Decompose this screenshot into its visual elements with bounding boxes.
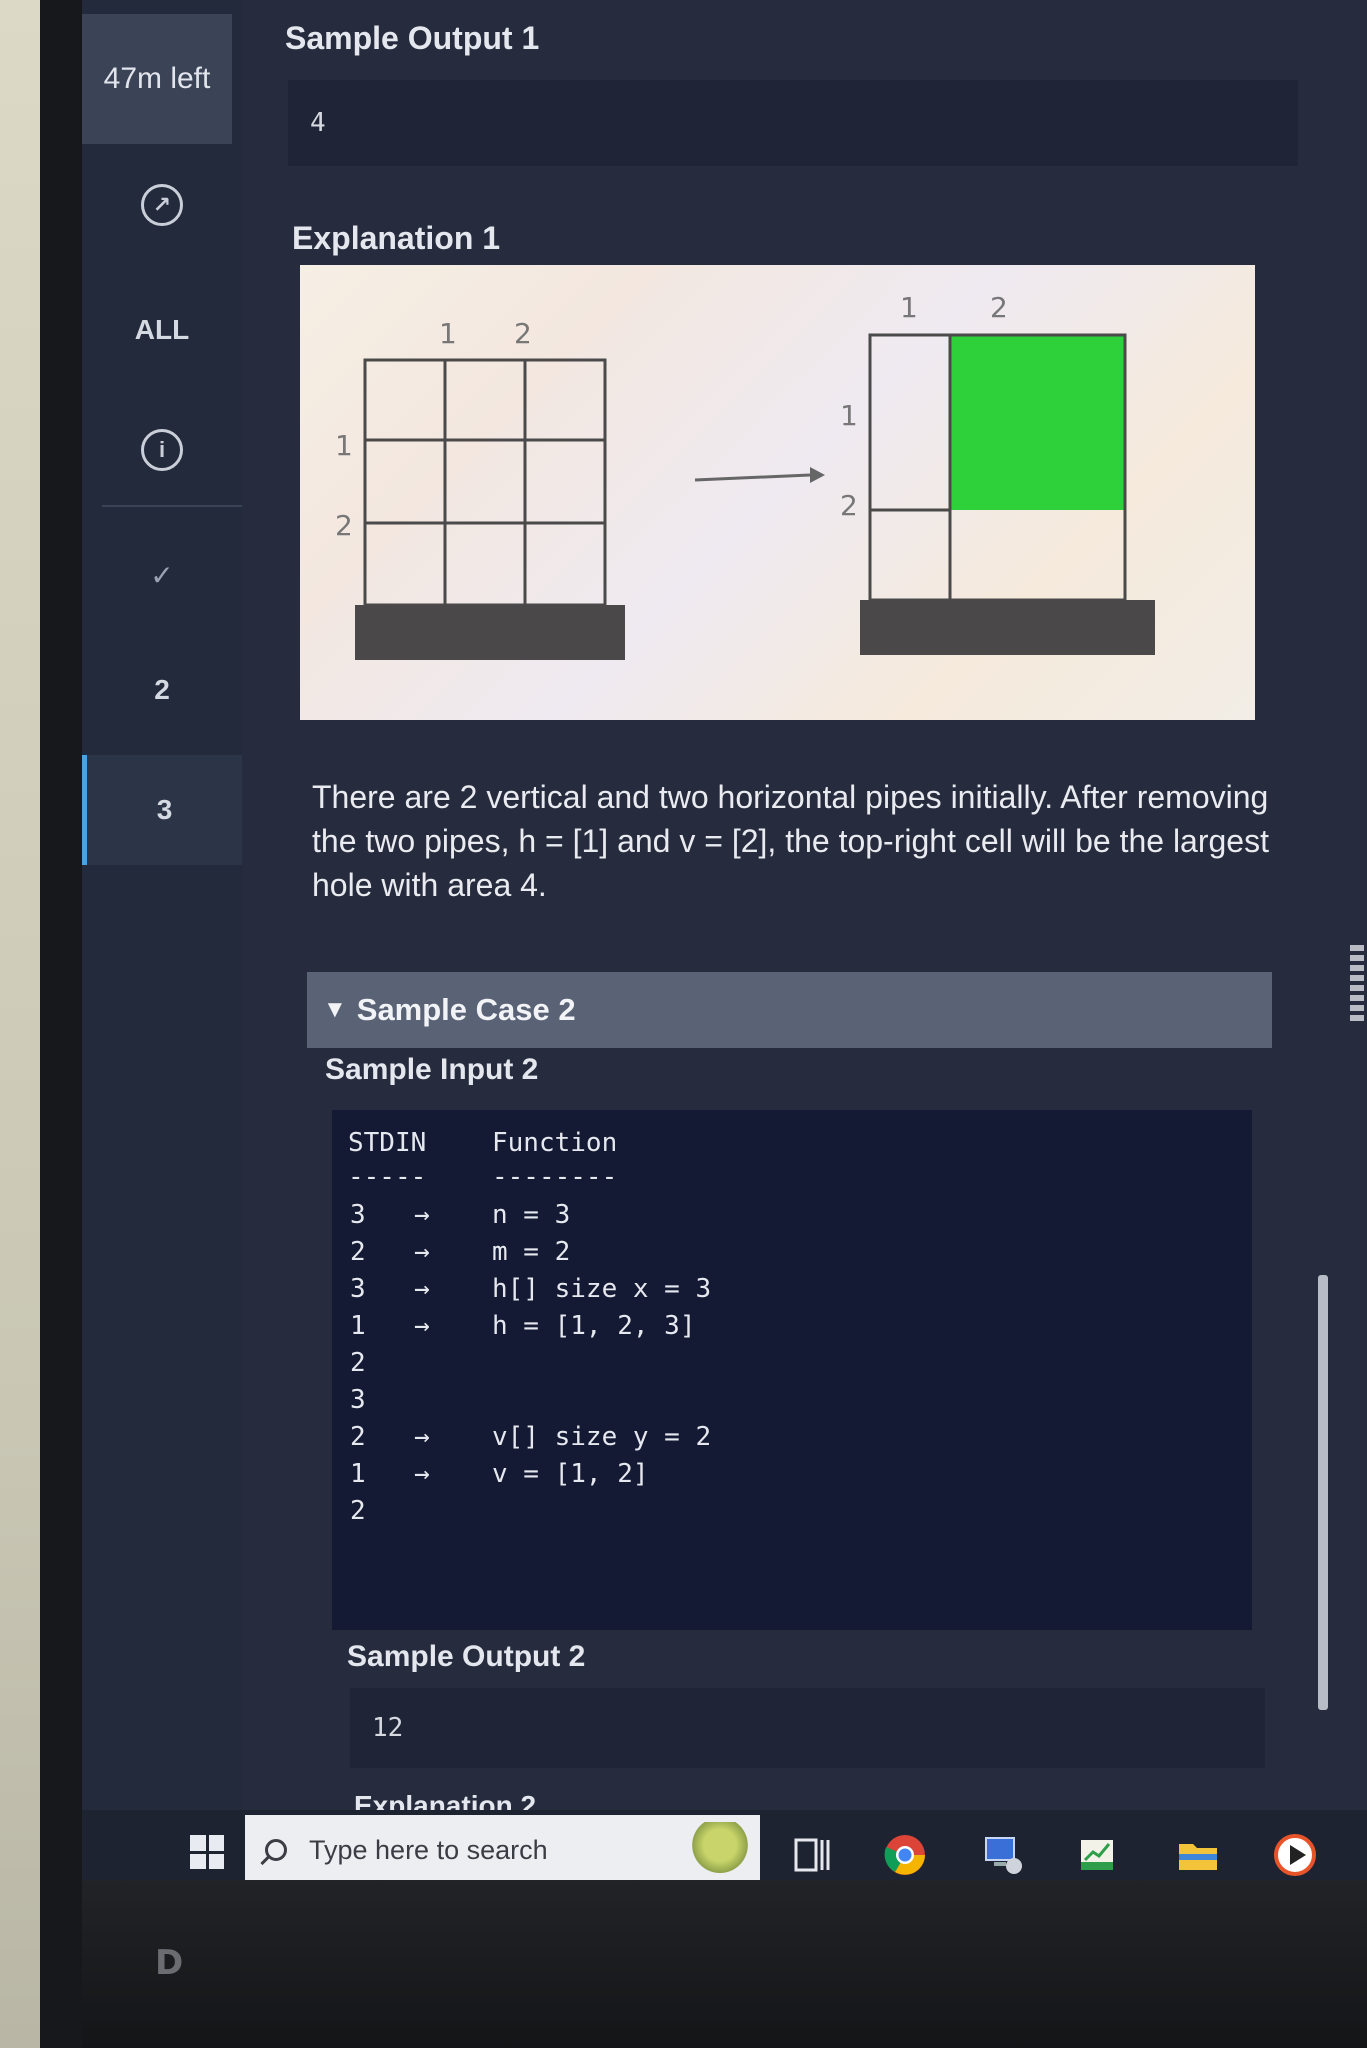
- function-value: h[] size x = 3: [492, 1274, 712, 1304]
- compass-icon: ↗: [141, 184, 183, 226]
- left-row-label-2: 2: [335, 509, 353, 542]
- time-remaining: 47m left: [82, 14, 232, 144]
- monitor-bezel-left: [40, 0, 82, 2048]
- sample-output-1-value: 4: [310, 108, 326, 138]
- explanation-1-figure: 1 2 1 2 1 2 1 2: [300, 265, 1255, 720]
- search-highlight-image: [690, 1822, 750, 1880]
- rail-item-compass[interactable]: ↗: [82, 150, 242, 260]
- stdin-header: STDIN: [348, 1128, 427, 1158]
- stdin-value: 1: [350, 1459, 366, 1489]
- sample-output-2-heading: Sample Output 2: [347, 1640, 586, 1673]
- question-nav-rail: 47m left ↗ ALL i ✓ 2 3: [82, 0, 242, 1820]
- stdin-value: 3: [350, 1200, 366, 1230]
- stdin-rule: -----: [348, 1162, 427, 1192]
- rail-item-all[interactable]: ALL: [82, 275, 242, 385]
- function-value: v[] size y = 2: [492, 1422, 712, 1452]
- stdin-value: 2: [350, 1496, 366, 1526]
- sample-output-1-heading: Sample Output 1: [285, 20, 540, 56]
- background-desk: [0, 0, 40, 2048]
- right-row-label-1: 1: [840, 399, 858, 432]
- rail-item-question-2[interactable]: 2: [82, 635, 242, 745]
- explanation-1-text: There are 2 vertical and two horizontal …: [312, 779, 1269, 903]
- sample-case-2-toggle[interactable]: ▼ Sample Case 2: [307, 972, 1272, 1048]
- windows-start-icon[interactable]: [190, 1835, 224, 1869]
- stdin-value: 1: [350, 1311, 366, 1341]
- collapse-triangle-icon: ▼: [323, 996, 347, 1023]
- rail-item-check[interactable]: ✓: [82, 520, 242, 630]
- rail-divider: [102, 505, 242, 507]
- right-row-label-2: 2: [840, 489, 858, 522]
- function-value: v = [1, 2]: [492, 1459, 649, 1489]
- task-view-icon[interactable]: [790, 1832, 836, 1878]
- function-header: Function: [492, 1128, 618, 1158]
- stdin-value: 2: [350, 1348, 366, 1378]
- stdin-value: 2: [350, 1422, 366, 1452]
- left-col-label-2: 2: [514, 317, 532, 350]
- sample-output-2-box: 12: [350, 1688, 1265, 1768]
- media-player-icon[interactable]: [1272, 1832, 1318, 1878]
- stdin-value: 3: [350, 1385, 366, 1415]
- explanation-1-heading: Explanation 1: [292, 220, 501, 256]
- sample-input-2-heading: Sample Input 2: [325, 1053, 539, 1086]
- rail-item-info[interactable]: i: [82, 395, 242, 505]
- arrow-icon: →: [414, 1459, 430, 1489]
- sample-input-2-code: STDIN Function ----- -------- 3 → n = 3 2 → m…: [332, 1110, 1252, 1630]
- sample-output-1-box: 4: [288, 80, 1298, 166]
- function-value: m = 2: [492, 1237, 571, 1267]
- spreadsheet-icon[interactable]: [1075, 1832, 1121, 1878]
- rail-item-all-label: ALL: [134, 314, 190, 345]
- taskbar-search-input[interactable]: Type here to search: [245, 1815, 760, 1885]
- initial-grid: 1 2 1 2: [335, 317, 625, 660]
- rail-item-question-2-label: 2: [154, 674, 170, 705]
- sample-output-2-value: 12: [372, 1713, 404, 1743]
- taskbar-search-placeholder: Type here to search: [309, 1834, 548, 1865]
- search-icon: [265, 1839, 287, 1861]
- check-icon: ✓: [150, 559, 174, 591]
- right-col-label-1: 1: [900, 291, 918, 324]
- sample-case-2-title: Sample Case 2: [356, 992, 576, 1027]
- rail-item-question-3[interactable]: 3: [82, 755, 242, 865]
- function-value: h = [1, 2, 3]: [492, 1311, 696, 1341]
- arrow-icon: →: [414, 1200, 430, 1230]
- left-col-label-1: 1: [439, 317, 457, 350]
- file-explorer-icon[interactable]: [1175, 1832, 1221, 1878]
- content-scrollbar[interactable]: [1318, 1275, 1328, 1710]
- arrow-icon: →: [414, 1422, 430, 1452]
- network-icon[interactable]: [980, 1832, 1026, 1878]
- arrow-icon: →: [414, 1311, 430, 1341]
- screen: 47m left ↗ ALL i ✓ 2 3 Sample Output 1 4…: [82, 0, 1367, 1880]
- monitor-brand-logo: D: [155, 1943, 184, 1983]
- rail-item-question-3-label: 3: [156, 794, 173, 825]
- info-icon: i: [141, 429, 183, 471]
- stdin-value: 3: [350, 1274, 366, 1304]
- function-rule: --------: [492, 1162, 618, 1192]
- arrow-icon: →: [414, 1237, 430, 1267]
- drag-handle-icon[interactable]: [1350, 945, 1364, 1023]
- monitor-bezel-bottom: [82, 1880, 1367, 2048]
- pipe-grid-diagram: 1 2 1 2 1 2 1 2: [335, 291, 1155, 660]
- result-grid: 1 2 1 2: [840, 291, 1155, 655]
- transform-arrow: [694, 467, 825, 483]
- chrome-icon[interactable]: [882, 1832, 928, 1878]
- right-col-label-2: 2: [990, 291, 1008, 324]
- function-value: n = 3: [492, 1200, 571, 1230]
- left-row-label-1: 1: [335, 429, 353, 462]
- arrow-icon: →: [414, 1274, 430, 1304]
- stdin-value: 2: [350, 1237, 366, 1267]
